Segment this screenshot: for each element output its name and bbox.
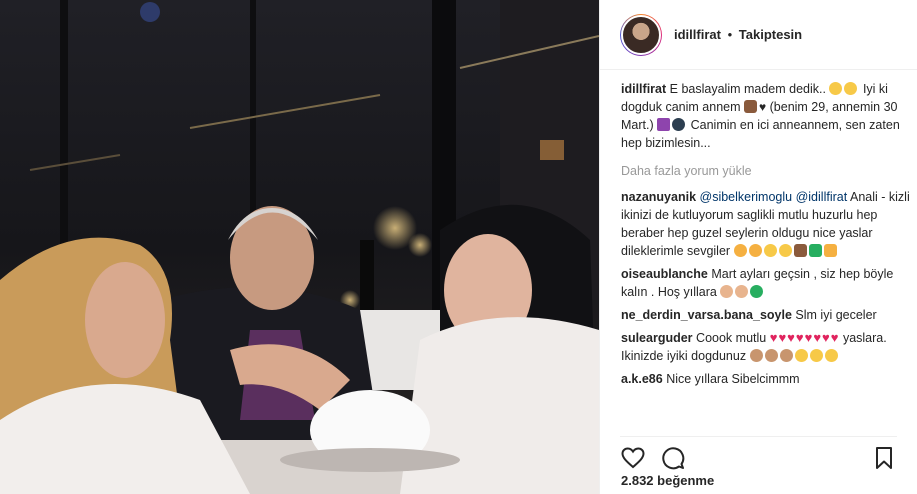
black-heart-icon: ♥: [759, 100, 767, 114]
post-window: idillfirat • Takiptesin idillfirat E bas…: [0, 0, 917, 494]
comment: a.k.e86 Nice yıllara Sibelcimmm: [621, 370, 911, 388]
clap-emoji-icon: [735, 285, 749, 298]
avatar-image: [621, 14, 661, 55]
comment-mention[interactable]: @idillfirat: [796, 190, 848, 204]
kiss-emoji-icon: [809, 349, 823, 362]
photo-image: [0, 0, 599, 494]
caption-text-1: E baslayalim madem dedik..: [669, 82, 826, 96]
likes-count[interactable]: 2.832 beğenme: [621, 473, 714, 488]
caption: idillfirat E baslayalim madem dedik.. Iy…: [621, 80, 911, 152]
header-username[interactable]: idillfirat: [674, 27, 721, 42]
cake-emoji-icon: [744, 100, 758, 113]
follow-status-button[interactable]: Takiptesin: [739, 27, 802, 42]
action-bar: [620, 436, 897, 473]
comment: nazanuyanik @sibelkerimoglu @idillfirat …: [621, 188, 911, 260]
people-emoji-icon: [733, 244, 747, 257]
pray-emoji-icon: [823, 244, 837, 257]
red-heart-icon: ♥: [778, 330, 787, 345]
clap-emoji-icon: [764, 349, 778, 362]
comment-username[interactable]: oiseaublanche: [621, 267, 708, 281]
ufo-emoji-icon: [672, 118, 686, 131]
clap-emoji-icon: [779, 349, 793, 362]
comment-username[interactable]: ne_derdin_varsa.bana_soyle: [621, 308, 792, 322]
comment-bubble-icon: [662, 447, 685, 470]
smile-emoji-icon: [829, 82, 843, 95]
comment: oiseaublanche Mart ayları geçsin , siz h…: [621, 265, 911, 301]
header-separator: •: [727, 27, 733, 42]
red-heart-icon: ♥: [804, 330, 813, 345]
comment-mention[interactable]: @sibelkerimoglu: [700, 190, 793, 204]
red-heart-icon: ♥: [795, 330, 804, 345]
caption-username[interactable]: idillfirat: [621, 82, 666, 96]
kiss-emoji-icon: [778, 244, 792, 257]
kiss-emoji-icon: [794, 349, 808, 362]
heart-eyes-emoji-icon: [763, 244, 777, 257]
red-heart-icon: ♥: [822, 330, 830, 345]
comment-username[interactable]: sulearguder: [621, 331, 693, 345]
comment-button[interactable]: [660, 445, 686, 471]
kiss-emoji-icon: [824, 349, 838, 362]
post-photo[interactable]: [0, 0, 599, 494]
cake-emoji-icon: [793, 244, 807, 257]
shamrock-emoji-icon: [750, 285, 764, 298]
comment-username[interactable]: a.k.e86: [621, 372, 663, 386]
clap-emoji-icon: [749, 349, 763, 362]
comment-text: Slm iyi geceler: [795, 308, 877, 322]
comments-list[interactable]: idillfirat E baslayalim madem dedik.. Iy…: [621, 80, 911, 434]
red-heart-icon: ♥: [787, 330, 795, 345]
bookmark-icon: [876, 447, 892, 469]
heart-outline-icon: [621, 447, 645, 469]
header-text: idillfirat • Takiptesin: [674, 27, 802, 42]
like-button[interactable]: [620, 445, 646, 471]
post-header: idillfirat • Takiptesin: [600, 0, 917, 70]
post-sidebar: idillfirat • Takiptesin idillfirat E bas…: [599, 0, 917, 494]
save-button[interactable]: [871, 445, 897, 471]
comment-text: Coook mutlu: [696, 331, 767, 345]
red-heart-icon: ♥: [830, 330, 839, 345]
comment-username[interactable]: nazanuyanik: [621, 190, 696, 204]
wink-emoji-icon: [844, 82, 858, 95]
aries-emoji-icon: [657, 118, 671, 131]
people-emoji-icon: [748, 244, 762, 257]
comment: sulearguder Coook mutlu ♥♥♥♥♥♥♥♥ yaslara…: [621, 329, 911, 365]
load-more-comments-link[interactable]: Daha fazla yorum yükle: [621, 162, 911, 180]
clap-emoji-icon: [720, 285, 734, 298]
red-heart-icon: ♥: [813, 330, 822, 345]
comment-text: Nice yıllara Sibelcimmm: [666, 372, 800, 386]
champagne-emoji-icon: [808, 244, 822, 257]
avatar[interactable]: [620, 13, 662, 56]
red-heart-icon: ♥: [769, 330, 778, 345]
comment: ne_derdin_varsa.bana_soyle Slm iyi gecel…: [621, 306, 911, 324]
